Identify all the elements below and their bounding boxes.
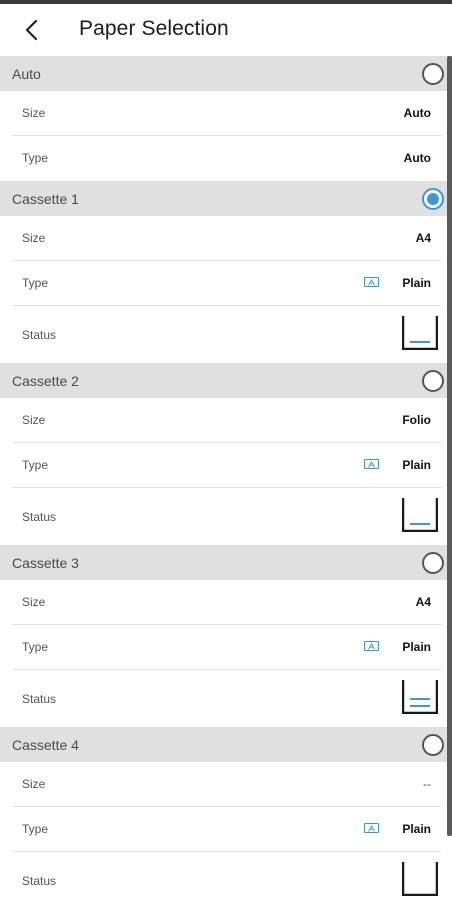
section-title: Cassette 3 <box>12 554 79 571</box>
setting-label: Status <box>22 328 57 342</box>
tray-level-icon <box>401 498 439 533</box>
setting-label: Type <box>22 276 49 290</box>
setting-value: Plain <box>402 276 431 290</box>
paper-source-list: Auto Size Auto Type Auto Cassette 1 Size A4 Type… <box>0 56 452 909</box>
setting-row-size[interactable]: Size A4 <box>0 216 452 261</box>
paper-type-icon <box>364 459 379 469</box>
page-title: Paper Selection <box>79 17 229 40</box>
setting-value: Auto <box>403 151 431 165</box>
section-header-cassette-3[interactable]: Cassette 3 <box>0 545 452 580</box>
setting-label: Type <box>22 458 49 472</box>
tray-level-icon <box>401 680 439 715</box>
setting-value: A4 <box>415 231 431 245</box>
radio-button-cassette-3[interactable] <box>422 552 444 574</box>
setting-label: Size <box>22 231 46 245</box>
section-title: Cassette 2 <box>12 372 79 389</box>
setting-label: Type <box>22 151 49 165</box>
setting-row-type[interactable]: Type Plain <box>0 807 452 852</box>
radio-button-cassette-2[interactable] <box>422 370 444 392</box>
back-button[interactable] <box>14 12 50 48</box>
setting-row-status[interactable]: Status <box>0 670 452 727</box>
section-header-auto[interactable]: Auto <box>0 56 452 91</box>
setting-row-status[interactable]: Status <box>0 306 452 363</box>
section-title: Auto <box>12 65 41 82</box>
setting-value: A4 <box>415 595 431 609</box>
setting-label: Size <box>22 106 46 120</box>
setting-row-type[interactable]: Type Plain <box>0 261 452 306</box>
setting-row-status[interactable]: Status <box>0 852 452 909</box>
setting-label: Size <box>22 595 46 609</box>
section-title: Cassette 4 <box>12 736 79 753</box>
section-header-cassette-1[interactable]: Cassette 1 <box>0 181 452 216</box>
tray-level-icon <box>401 316 439 351</box>
setting-row-type[interactable]: Type Auto <box>0 136 452 181</box>
paper-type-icon <box>364 641 379 651</box>
section-header-cassette-2[interactable]: Cassette 2 <box>0 363 452 398</box>
setting-label: Type <box>22 822 49 836</box>
paper-type-icon <box>364 823 379 833</box>
setting-row-status[interactable]: Status <box>0 488 452 545</box>
setting-row-size[interactable]: Size Folio <box>0 398 452 443</box>
setting-row-type[interactable]: Type Plain <box>0 625 452 670</box>
setting-value: Plain <box>402 640 431 654</box>
setting-row-size[interactable]: Size A4 <box>0 580 452 625</box>
setting-value: Plain <box>402 822 431 836</box>
setting-label: Size <box>22 777 46 791</box>
setting-label: Status <box>22 874 57 888</box>
radio-button-cassette-4[interactable] <box>422 734 444 756</box>
setting-label: Type <box>22 640 49 654</box>
setting-row-type[interactable]: Type Plain <box>0 443 452 488</box>
back-arrow-icon <box>25 19 38 41</box>
setting-value: Folio <box>402 413 431 427</box>
scrollbar[interactable] <box>447 56 452 836</box>
radio-button-cassette-1[interactable] <box>422 188 444 210</box>
setting-label: Status <box>22 510 57 524</box>
setting-row-size[interactable]: Size Auto <box>0 91 452 136</box>
app-bar: Paper Selection <box>0 4 452 56</box>
setting-row-size[interactable]: Size -- <box>0 762 452 807</box>
tray-level-icon <box>401 862 439 897</box>
setting-label: Status <box>22 692 57 706</box>
setting-value: -- <box>423 777 431 791</box>
section-header-cassette-4[interactable]: Cassette 4 <box>0 727 452 762</box>
setting-label: Size <box>22 413 46 427</box>
paper-type-icon <box>364 277 379 287</box>
radio-button-auto[interactable] <box>422 63 444 85</box>
setting-value: Auto <box>403 106 431 120</box>
section-title: Cassette 1 <box>12 190 79 207</box>
setting-value: Plain <box>402 458 431 472</box>
